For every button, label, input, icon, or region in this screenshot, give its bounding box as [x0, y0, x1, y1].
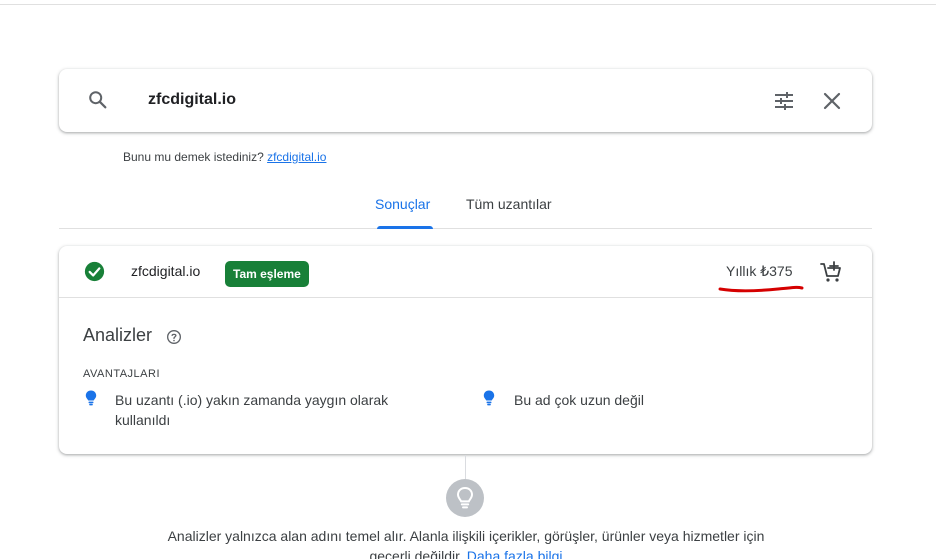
advantage-item: Bu uzantı (.io) yakın zamanda yaygın ola…: [115, 392, 389, 428]
did-you-mean: Bunu mu demek istediniz? zfcdigital.io: [123, 150, 326, 164]
lightbulb-outline-icon: [456, 486, 474, 509]
lightbulb-icon: [85, 390, 97, 406]
advantage-item: Bu ad çok uzun değil: [514, 392, 644, 408]
search-query[interactable]: zfcdigital.io: [148, 91, 236, 109]
exact-match-badge: Tam eşleme: [225, 261, 309, 287]
help-icon[interactable]: [166, 329, 182, 345]
search-icon: [89, 91, 107, 109]
result-header: zfcdigital.io Tam eşleme Yıllık ₺375: [59, 246, 872, 298]
result-domain: zfcdigital.io: [131, 263, 201, 279]
tab-bar: Sonuçlar Tüm uzantılar: [59, 186, 872, 229]
active-tab-indicator: [377, 226, 433, 229]
close-icon[interactable]: [820, 89, 844, 113]
analysis-disclaimer: Analizler yalnızca alan adını temel alır…: [150, 526, 782, 559]
red-underline-annotation: [718, 285, 804, 293]
learn-more-link[interactable]: Daha fazla bilgi: [467, 548, 563, 559]
top-divider: [0, 4, 936, 5]
domain-result-card: zfcdigital.io Tam eşleme Yıllık ₺375 Ana…: [59, 246, 872, 454]
tab-all-extensions[interactable]: Tüm uzantılar: [466, 196, 552, 212]
connector-line: [465, 455, 466, 479]
tune-icon[interactable]: [772, 89, 796, 113]
yearly-price: Yıllık ₺375: [726, 263, 793, 279]
tab-results[interactable]: Sonuçlar: [375, 196, 430, 212]
check-circle-icon: [84, 261, 105, 282]
lightbulb-icon: [483, 390, 495, 406]
add-cart-icon[interactable]: [819, 260, 843, 284]
page: zfcdigital.io Bunu mu demek istediniz? z…: [0, 0, 936, 559]
analysis-title: Analizler: [83, 325, 153, 345]
suggestion-link[interactable]: zfcdigital.io: [267, 150, 326, 164]
advantages-label: AVANTAJLARI: [83, 368, 161, 380]
did-you-mean-prefix: Bunu mu demek istediniz?: [123, 150, 264, 164]
search-box[interactable]: zfcdigital.io: [59, 69, 872, 132]
info-bulb-badge: [446, 479, 484, 517]
